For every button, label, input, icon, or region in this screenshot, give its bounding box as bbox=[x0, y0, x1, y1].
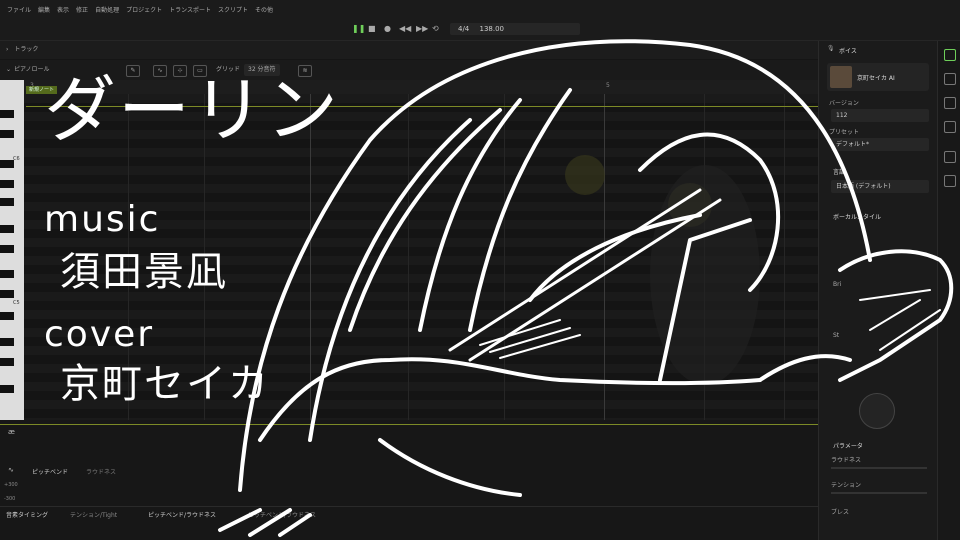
singer-name: 京町セイカ bbox=[60, 361, 270, 407]
composer-name: 須田景凪 bbox=[60, 249, 228, 295]
song-title: ダーリン bbox=[44, 68, 341, 152]
cover-label: cover bbox=[44, 314, 155, 355]
music-label: music bbox=[44, 199, 161, 240]
